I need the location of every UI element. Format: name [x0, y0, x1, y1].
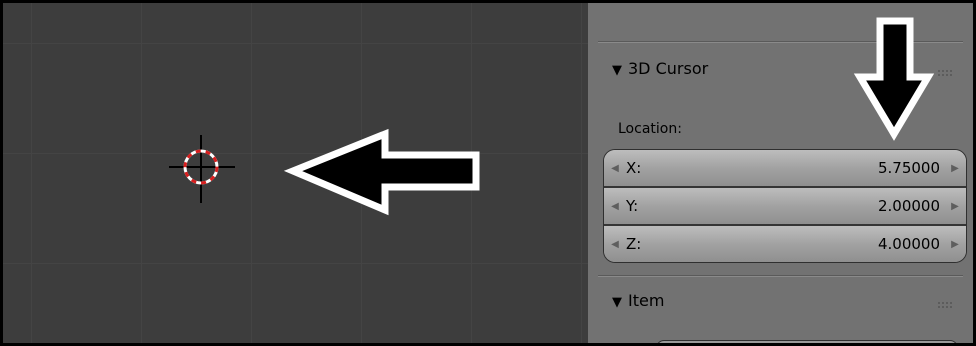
- properties-panel: ▼ 3D Cursor Location: ◀ X: 5.75000 ▶ ◀ Y:…: [588, 3, 973, 343]
- screenshot-frame: ▼ 3D Cursor Location: ◀ X: 5.75000 ▶ ◀ Y:…: [0, 0, 976, 346]
- annotation-arrow-left-icon: [283, 128, 480, 216]
- annotation-arrow-down-icon: [853, 17, 935, 141]
- 3d-viewport[interactable]: [3, 3, 588, 343]
